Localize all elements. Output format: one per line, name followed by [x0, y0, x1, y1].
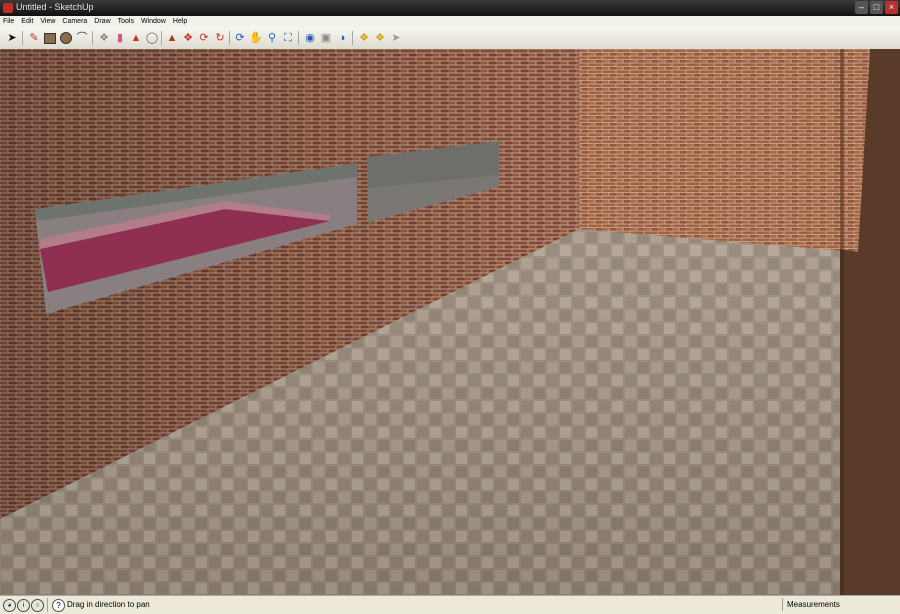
toolbar-separator	[298, 31, 299, 45]
move-icon[interactable]: ⟳	[196, 30, 212, 46]
toolbar-separator	[229, 31, 230, 45]
menu-window[interactable]: Window	[141, 18, 166, 25]
paint-bucket-icon[interactable]: ▲	[128, 30, 144, 46]
menu-bar: File Edit View Camera Draw Tools Window …	[0, 16, 900, 27]
zoom-icon[interactable]: ⚲	[264, 30, 280, 46]
get-models-icon[interactable]: ▣	[318, 30, 334, 46]
follow-me-icon[interactable]: ❖	[180, 30, 196, 46]
arc-icon[interactable]: ⌒	[74, 30, 90, 46]
maximize-button[interactable]: □	[870, 1, 883, 14]
status-bar: ◕ i ○ ? Drag in direction to pan Measure…	[0, 595, 900, 614]
measurements-label: Measurements	[787, 600, 840, 609]
photo-textures-icon[interactable]: ◉	[302, 30, 318, 46]
toolbar-separator	[161, 31, 162, 45]
rotate-icon[interactable]: ↻	[212, 30, 228, 46]
back-brick-wall	[579, 49, 870, 252]
eraser-icon[interactable]: ▮	[112, 30, 128, 46]
minimize-button[interactable]: –	[855, 1, 868, 14]
viewport-3d[interactable]	[0, 49, 900, 595]
geo-location-icon[interactable]: ◕	[3, 599, 16, 612]
scene-render	[0, 49, 900, 595]
orbit-icon[interactable]: ⟳	[232, 30, 248, 46]
status-hint: Drag in direction to pan	[67, 600, 150, 609]
menu-edit[interactable]: Edit	[21, 18, 33, 25]
toolbar-separator	[22, 31, 23, 45]
user-icon[interactable]: ○	[31, 599, 44, 612]
menu-view[interactable]: View	[40, 18, 55, 25]
pencil-icon[interactable]: ✎	[26, 30, 42, 46]
menu-file[interactable]: File	[3, 18, 14, 25]
zoom-extents-icon[interactable]: ⛶	[280, 30, 296, 46]
components-icon[interactable]: ❖	[356, 30, 372, 46]
toolbar: ➤ ✎ ⌒ ❖ ▮ ▲ ◯ ▲ ❖ ⟳ ↻ ⟳ ✋ ⚲ ⛶ ◉ ▣ ◑ ❖ ❖ …	[0, 27, 900, 50]
layout-icon[interactable]: ➤	[388, 30, 404, 46]
sketchup-logo-icon	[3, 3, 13, 13]
toolbar-separator	[352, 31, 353, 45]
right-wall-shadow	[840, 49, 844, 595]
window-title: Untitled - SketchUp	[16, 2, 94, 12]
menu-help[interactable]: Help	[173, 18, 187, 25]
window-controls: – □ ×	[855, 1, 898, 14]
status-separator	[47, 598, 48, 612]
circle-icon[interactable]	[58, 30, 74, 46]
help-icon[interactable]: ?	[52, 599, 65, 612]
menu-camera[interactable]: Camera	[62, 18, 87, 25]
measurements-box[interactable]: Measurements	[782, 598, 899, 611]
menu-tools[interactable]: Tools	[118, 18, 134, 25]
share-model-icon[interactable]: ◑	[334, 30, 350, 46]
close-button[interactable]: ×	[885, 1, 898, 14]
pan-icon[interactable]: ✋	[248, 30, 264, 46]
credits-icon[interactable]: i	[17, 599, 30, 612]
toolbar-separator	[92, 31, 93, 45]
rectangle-icon[interactable]	[42, 30, 58, 46]
title-bar: Untitled - SketchUp – □ ×	[0, 0, 900, 16]
extension-warehouse-icon[interactable]: ❖	[372, 30, 388, 46]
menu-draw[interactable]: Draw	[94, 18, 110, 25]
select-icon[interactable]: ➤	[4, 30, 20, 46]
make-component-icon[interactable]: ❖	[96, 30, 112, 46]
push-pull-icon[interactable]: ▲	[164, 30, 180, 46]
tape-measure-icon[interactable]: ◯	[144, 30, 160, 46]
